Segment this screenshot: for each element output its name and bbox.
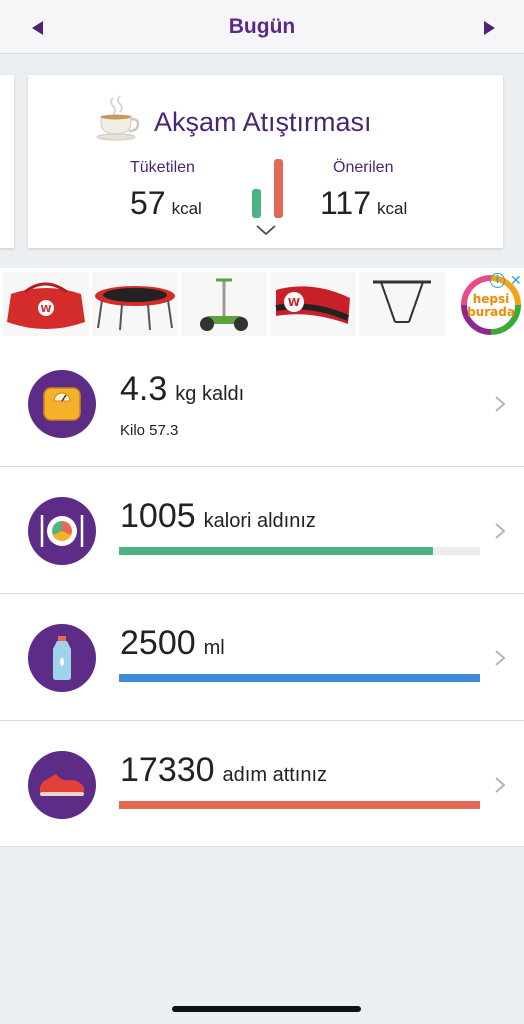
- plate-icon: [28, 497, 96, 565]
- calories-unit: kalori aldınız: [203, 510, 316, 532]
- meal-card[interactable]: Akşam Atıştırması Tüketilen 57 kcal Öneri…: [28, 75, 503, 248]
- water-progress-fill: [119, 674, 480, 682]
- calories-progress: [119, 547, 480, 555]
- consumed-bar: [252, 189, 261, 218]
- weight-remaining: 4.3 kg kaldı: [120, 370, 244, 409]
- chevron-right-icon: [495, 396, 506, 412]
- svg-text:hepsi: hepsi: [473, 292, 510, 306]
- date-header: Bugün: [0, 0, 524, 54]
- ad-item-pull-up-bar[interactable]: [359, 272, 445, 336]
- ad-item-trampoline[interactable]: [92, 272, 178, 336]
- weight-remaining-value: 4.3: [120, 370, 168, 408]
- steps-progress: [119, 801, 480, 809]
- water-intake: 2500 ml: [120, 624, 225, 663]
- chevron-down-icon[interactable]: [255, 223, 277, 237]
- ad-banner[interactable]: W W hepsi burada: [0, 268, 524, 340]
- ad-item-tennis-bag[interactable]: W: [3, 272, 89, 336]
- water-row[interactable]: 2500 ml: [0, 594, 524, 721]
- chevron-right-icon: [495, 523, 506, 539]
- consumed-unit: kcal: [171, 199, 202, 218]
- next-day-button[interactable]: [474, 17, 504, 39]
- tea-cup-icon: [96, 95, 140, 141]
- current-weight: Kilo 57.3: [120, 422, 179, 439]
- pull-up-bar-image: [373, 280, 431, 323]
- scooter-image: [200, 278, 248, 331]
- ad-item-scooter[interactable]: [181, 272, 267, 336]
- water-bottle-icon: [28, 624, 96, 692]
- sneaker-icon: [28, 751, 96, 819]
- chevron-right-icon: [495, 777, 506, 793]
- scale-icon: [28, 370, 96, 438]
- consumed-label: Tüketilen: [130, 159, 195, 176]
- calories-value: 1005: [120, 497, 196, 535]
- recommended-unit: kcal: [377, 199, 408, 218]
- weight-row[interactable]: 4.3 kg kaldı Kilo 57.3: [0, 340, 524, 467]
- recommended-number: 117: [320, 185, 372, 221]
- previous-meal-card[interactable]: [0, 75, 14, 248]
- recommended-bar: [274, 159, 283, 218]
- steps-progress-fill: [119, 801, 480, 809]
- steps-unit: adım attınız: [222, 764, 328, 786]
- home-indicator[interactable]: [172, 1006, 361, 1012]
- calories-row[interactable]: 1005 kalori aldınız: [0, 467, 524, 594]
- tennis-bag-image: W: [7, 282, 85, 329]
- water-value: 2500: [120, 624, 196, 662]
- calories-taken: 1005 kalori aldınız: [120, 497, 316, 536]
- weight-remaining-unit: kg kaldı: [175, 383, 245, 405]
- ad-close-icon[interactable]: ✕: [510, 272, 522, 289]
- metrics-list: 4.3 kg kaldı Kilo 57.3 1005 kalori aldınız: [0, 340, 524, 847]
- steps-taken: 17330 adım attınız: [120, 751, 327, 790]
- date-title[interactable]: Bugün: [0, 15, 524, 39]
- svg-text:W: W: [288, 296, 300, 309]
- steps-value: 17330: [120, 751, 215, 789]
- racket-bag-image: W: [275, 286, 350, 324]
- ad-item-racket-bag[interactable]: W: [270, 272, 356, 336]
- consumed-value: 57 kcal: [130, 185, 202, 222]
- trampoline-image: [95, 286, 175, 331]
- meal-carousel[interactable]: Akşam Atıştırması Tüketilen 57 kcal Öneri…: [0, 55, 524, 265]
- chevron-right-icon: [495, 650, 506, 666]
- recommended-value: 117 kcal: [320, 185, 407, 222]
- ad-info-icon[interactable]: i: [490, 273, 505, 288]
- water-progress: [119, 674, 480, 682]
- water-unit: ml: [203, 637, 225, 659]
- meal-title: Akşam Atıştırması: [154, 107, 372, 137]
- recommended-label: Önerilen: [333, 159, 394, 176]
- caret-right-icon: [483, 21, 495, 35]
- steps-row[interactable]: 17330 adım attınız: [0, 721, 524, 847]
- svg-text:burada: burada: [467, 305, 515, 319]
- consumed-number: 57: [130, 185, 166, 221]
- svg-text:W: W: [40, 304, 51, 315]
- calories-progress-fill: [119, 547, 434, 555]
